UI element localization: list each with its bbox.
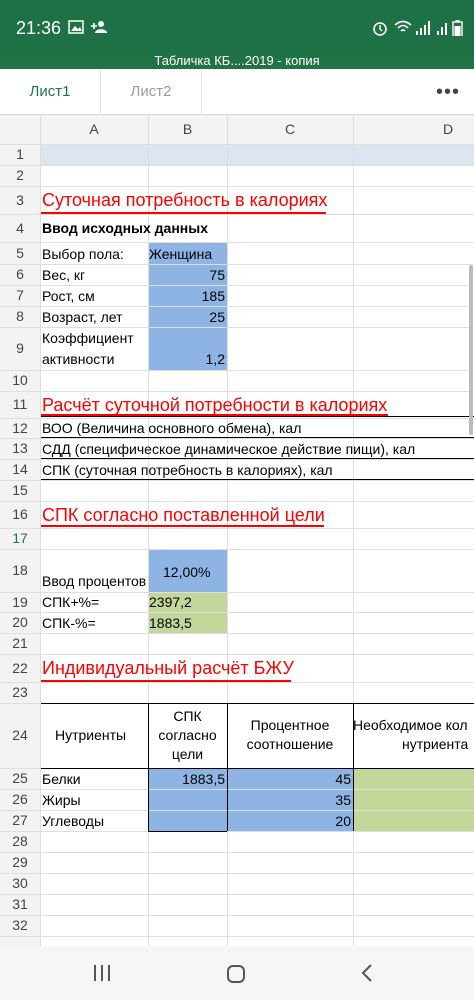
bju-row-name[interactable]: Белки xyxy=(42,771,81,787)
row-header[interactable]: 1 xyxy=(0,144,40,165)
spk-minus-value[interactable]: 1883,5 xyxy=(149,615,192,631)
more-options-icon[interactable]: ••• xyxy=(436,81,460,104)
row-header[interactable]: 30 xyxy=(0,873,40,894)
wifi-icon xyxy=(394,20,412,32)
spk-label[interactable]: СПК (суточная потребность в калориях), к… xyxy=(42,462,333,478)
activity-label-line1[interactable]: Коэффициент xyxy=(42,330,134,346)
row-header[interactable]: 20 xyxy=(0,612,40,633)
column-header-a[interactable]: A xyxy=(40,115,148,144)
bju-row-pct[interactable]: 20 xyxy=(228,813,351,829)
spk-plus-value[interactable]: 2397,2 xyxy=(149,594,192,610)
row-header[interactable]: 10 xyxy=(0,370,40,391)
voo-label[interactable]: ВОО (Величина основного обмена), кал xyxy=(42,420,301,436)
row-header[interactable]: 24 xyxy=(0,703,40,768)
column-header-b[interactable]: B xyxy=(148,115,227,144)
bju-header-need-line2[interactable]: нутриента xyxy=(402,736,468,752)
row1-fill xyxy=(41,145,474,165)
weight-value[interactable]: 75 xyxy=(149,267,225,283)
row-header[interactable]: 15 xyxy=(0,480,40,501)
section-title-calc[interactable]: Расчёт суточной потребности в калориях xyxy=(42,395,387,416)
bju-row-pct[interactable]: 45 xyxy=(228,771,351,787)
battery-icon xyxy=(452,20,463,36)
back-icon[interactable] xyxy=(360,963,374,983)
alarm-icon xyxy=(373,22,387,36)
add-contact-icon xyxy=(91,21,107,33)
height-value[interactable]: 185 xyxy=(149,288,225,304)
row-header[interactable]: 22 xyxy=(0,654,40,682)
document-title: Табличка КБ....2019 - копия xyxy=(0,52,474,69)
section-title-bju[interactable]: Индивидуальный расчёт БЖУ xyxy=(42,658,294,679)
clock: 21:36 xyxy=(16,18,62,38)
row-header[interactable]: 25 xyxy=(0,768,40,789)
row-header[interactable]: 32 xyxy=(0,915,40,936)
bju-need-cells xyxy=(353,768,474,831)
sdd-label[interactable]: СДД (специфическое динамическое действие… xyxy=(42,441,415,457)
gender-value[interactable]: Женщина xyxy=(149,246,212,262)
input-data-title[interactable]: Ввод исходных данных xyxy=(42,220,208,236)
row-header[interactable]: 14 xyxy=(0,459,40,480)
spreadsheet-grid[interactable]: A B C D 1 2 3 4 5 6 7 8 9 10 11 12 13 14… xyxy=(0,115,474,946)
height-label[interactable]: Рост, см xyxy=(42,288,95,304)
bju-header-spk-line3[interactable]: цели xyxy=(148,746,227,762)
age-label[interactable]: Возраст, лет xyxy=(42,309,123,325)
bju-header-need-line1[interactable]: Необходимое кол xyxy=(353,717,468,733)
row-header[interactable]: 31 xyxy=(0,894,40,915)
row-header[interactable]: 6 xyxy=(0,264,40,285)
row-header[interactable]: 5 xyxy=(0,242,40,264)
spk-plus-label[interactable]: СПК+%= xyxy=(42,594,99,610)
row-header[interactable]: 18 xyxy=(0,549,40,592)
vertical-scrollbar[interactable] xyxy=(469,265,473,435)
row-header[interactable]: 12 xyxy=(0,418,40,438)
spk-minus-label[interactable]: СПК-%= xyxy=(42,615,96,631)
row-header[interactable]: 26 xyxy=(0,789,40,810)
percent-value[interactable]: 12,00% xyxy=(163,564,210,580)
row-header[interactable]: 23 xyxy=(0,682,40,703)
section-title-goal[interactable]: СПК согласно поставленной цели xyxy=(42,505,325,526)
row-header[interactable]: 21 xyxy=(0,633,40,654)
percent-label[interactable]: Ввод процентов xyxy=(42,573,146,589)
status-bar: 21:36 xyxy=(0,0,474,52)
row-header[interactable]: 7 xyxy=(0,285,40,306)
row-header[interactable]: 13 xyxy=(0,438,40,459)
bju-header-spk-line2[interactable]: согласно xyxy=(148,727,227,743)
recent-apps-icon[interactable] xyxy=(92,964,112,982)
tab-sheet2[interactable]: Лист2 xyxy=(101,69,202,115)
gender-label[interactable]: Выбор пола: xyxy=(42,246,124,262)
home-icon[interactable] xyxy=(226,964,246,984)
row-header[interactable]: 11 xyxy=(0,391,40,418)
row-header[interactable]: 4 xyxy=(0,214,40,242)
row-header[interactable]: 2 xyxy=(0,165,40,186)
sheet-tabs: Лист1 Лист2 ••• xyxy=(0,69,474,115)
signal-2-icon xyxy=(437,23,447,35)
bju-row-name[interactable]: Жиры xyxy=(42,792,81,808)
bju-header-pct-line2[interactable]: соотношение xyxy=(227,736,353,752)
navigation-bar xyxy=(0,946,474,1000)
row-header[interactable]: 9 xyxy=(0,327,40,370)
activity-label-line2[interactable]: активности xyxy=(42,351,115,367)
tab-sheet1[interactable]: Лист1 xyxy=(0,69,101,115)
bju-header-pct-line1[interactable]: Процентное xyxy=(227,717,353,733)
row-header[interactable]: 3 xyxy=(0,186,40,214)
row-header-selected[interactable]: 17 xyxy=(0,528,40,549)
row-header[interactable]: 28 xyxy=(0,831,40,852)
bju-row-name[interactable]: Углеводы xyxy=(42,813,104,829)
bju-header-spk-line1[interactable]: СПК xyxy=(148,708,227,724)
bju-row-pct[interactable]: 35 xyxy=(228,792,351,808)
row-header[interactable]: 29 xyxy=(0,852,40,873)
age-value[interactable]: 25 xyxy=(149,309,225,325)
bju-header-nutrients[interactable]: Нутриенты xyxy=(55,727,126,743)
activity-value[interactable]: 1,2 xyxy=(149,351,225,367)
row-header[interactable]: 8 xyxy=(0,306,40,327)
bju-spk-value[interactable]: 1883,5 xyxy=(149,771,225,787)
row-header[interactable]: 16 xyxy=(0,501,40,528)
column-header-d[interactable]: D xyxy=(353,115,474,144)
row-header[interactable]: 19 xyxy=(0,592,40,612)
row-header[interactable]: 27 xyxy=(0,810,40,831)
gallery-icon xyxy=(68,20,84,34)
section-title-calories[interactable]: Суточная потребность в калориях xyxy=(42,190,327,211)
signal-icon xyxy=(416,21,430,35)
weight-label[interactable]: Вес, кг xyxy=(42,267,85,283)
column-header-c[interactable]: C xyxy=(227,115,353,144)
